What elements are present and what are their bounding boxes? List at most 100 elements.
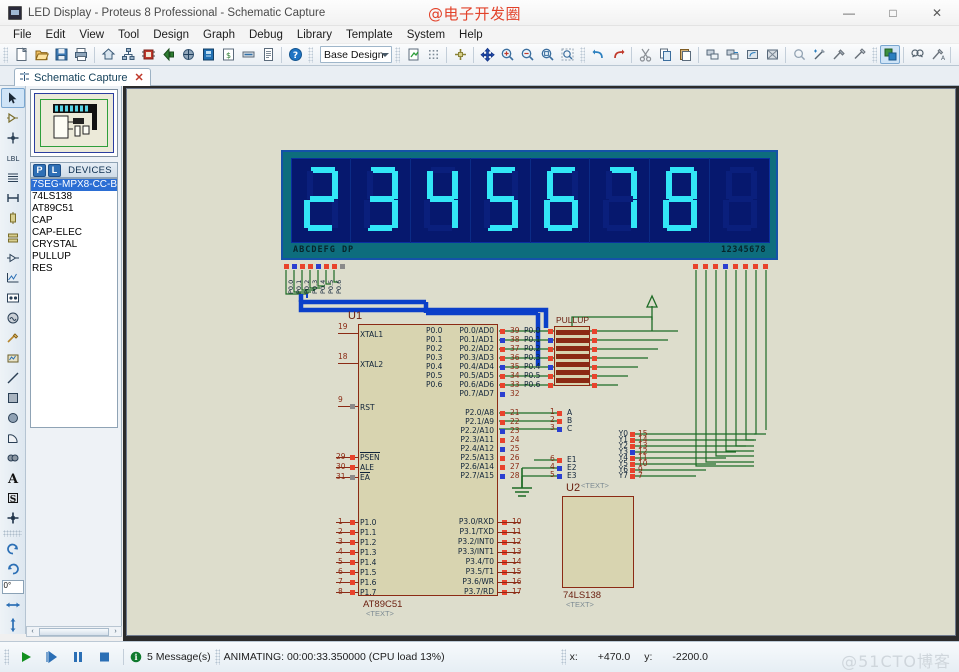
maximize-button[interactable]: □ xyxy=(871,0,915,26)
mirror-horizontal-icon[interactable] xyxy=(1,595,25,615)
canvas-area[interactable]: ABCDEFG DP 12345678 P0.0 P0.1 P0.2 P0.3 … xyxy=(123,86,959,641)
home-icon[interactable] xyxy=(98,45,118,64)
pick-parts-button[interactable]: P xyxy=(33,163,46,177)
messages-field[interactable]: i 5 Message(s) xyxy=(130,651,211,663)
rotate-cw-icon[interactable] xyxy=(1,539,25,559)
pause-button[interactable] xyxy=(65,647,91,667)
terminals-mode-icon[interactable] xyxy=(1,228,25,248)
list-item[interactable]: 74LS138 xyxy=(31,191,117,203)
u2-body[interactable] xyxy=(562,496,634,588)
zoom-in-icon[interactable] xyxy=(497,45,517,64)
bill-of-materials-icon[interactable] xyxy=(238,45,258,64)
hierarchy-icon[interactable] xyxy=(118,45,138,64)
pullup-body[interactable] xyxy=(554,326,590,386)
component-mode-icon[interactable] xyxy=(1,108,25,128)
list-item[interactable]: AT89C51 xyxy=(31,203,117,215)
stop-button[interactable] xyxy=(91,647,117,667)
list-item[interactable]: CAP-ELEC xyxy=(31,227,117,239)
rotate-ccw-icon[interactable] xyxy=(1,559,25,579)
tab-schematic-capture[interactable]: Schematic Capture ✕ xyxy=(14,68,151,86)
save-icon[interactable] xyxy=(51,45,71,64)
step-button[interactable] xyxy=(39,647,65,667)
bom-icon[interactable] xyxy=(138,45,158,64)
design-mode-combo[interactable]: Base Design xyxy=(320,46,392,63)
subcircuit-icon[interactable] xyxy=(1,208,25,228)
current-probe-icon[interactable] xyxy=(1,348,25,368)
menu-tool[interactable]: Tool xyxy=(111,28,146,42)
overview-preview[interactable] xyxy=(30,89,118,157)
new-file-icon[interactable] xyxy=(11,45,31,64)
list-item[interactable]: CAP xyxy=(31,215,117,227)
line-tool-icon[interactable] xyxy=(1,368,25,388)
pcb-layout-icon[interactable] xyxy=(198,45,218,64)
list-item[interactable]: CRYSTAL xyxy=(31,239,117,251)
list-item[interactable]: 7SEG-MPX8-CC-BLUE xyxy=(31,179,117,191)
paste-icon[interactable] xyxy=(675,45,695,64)
report-icon[interactable] xyxy=(258,45,278,64)
circle-tool-icon[interactable] xyxy=(1,408,25,428)
property-search-icon[interactable] xyxy=(907,45,927,64)
help-icon[interactable]: ? xyxy=(285,45,305,64)
block-delete-icon[interactable] xyxy=(762,45,782,64)
menu-template[interactable]: Template xyxy=(339,28,400,42)
packaging-tool-icon[interactable] xyxy=(829,45,849,64)
copy-icon[interactable] xyxy=(655,45,675,64)
decompose-icon[interactable] xyxy=(849,45,869,64)
property-assign-icon[interactable]: A xyxy=(927,45,947,64)
device-pins-icon[interactable] xyxy=(1,248,25,268)
rotation-angle-input[interactable]: 0° xyxy=(1,580,24,594)
pan-icon[interactable] xyxy=(477,45,497,64)
list-item[interactable]: RES xyxy=(31,263,117,275)
text-script-icon[interactable] xyxy=(1,168,25,188)
cut-icon[interactable] xyxy=(635,45,655,64)
library-button[interactable]: L xyxy=(48,163,61,177)
menu-help[interactable]: Help xyxy=(452,28,490,42)
scroll-thumb[interactable] xyxy=(39,627,109,636)
grid-icon[interactable] xyxy=(423,45,443,64)
make-device-icon[interactable] xyxy=(809,45,829,64)
menu-debug[interactable]: Debug xyxy=(242,28,290,42)
toolbar-grip-4[interactable] xyxy=(580,46,585,63)
toolbar-grip-5[interactable] xyxy=(872,46,877,63)
close-icon[interactable]: ✕ xyxy=(135,71,144,84)
open-folder-icon[interactable] xyxy=(31,45,51,64)
toolbar-grip[interactable] xyxy=(3,46,8,63)
refresh-icon[interactable] xyxy=(403,45,423,64)
origin-icon[interactable] xyxy=(450,45,470,64)
tape-recorder-icon[interactable] xyxy=(1,288,25,308)
back-annotate-icon[interactable] xyxy=(158,45,178,64)
menu-file[interactable]: File xyxy=(6,28,39,42)
menu-design[interactable]: Design xyxy=(146,28,196,42)
symbols-tool-icon[interactable]: S xyxy=(1,488,25,508)
generator-mode-icon[interactable] xyxy=(1,308,25,328)
3d-view-icon[interactable]: $ xyxy=(218,45,238,64)
zoom-area-icon[interactable] xyxy=(557,45,577,64)
block-move-icon[interactable] xyxy=(722,45,742,64)
redo-icon[interactable] xyxy=(608,45,628,64)
menu-system[interactable]: System xyxy=(400,28,452,42)
block-rotate-icon[interactable] xyxy=(742,45,762,64)
print-icon[interactable] xyxy=(71,45,91,64)
menu-graph[interactable]: Graph xyxy=(196,28,242,42)
arc-tool-icon[interactable] xyxy=(1,428,25,448)
menu-view[interactable]: View xyxy=(72,28,111,42)
new-sheet-icon[interactable] xyxy=(954,45,959,64)
voltage-probe-icon[interactable] xyxy=(1,328,25,348)
toolbar-grip-3[interactable] xyxy=(395,46,400,63)
buses-icon[interactable] xyxy=(1,188,25,208)
undo-icon[interactable] xyxy=(588,45,608,64)
mirror-vertical-icon[interactable] xyxy=(1,615,25,635)
path-tool-icon[interactable] xyxy=(1,448,25,468)
netlist-icon[interactable] xyxy=(178,45,198,64)
menu-library[interactable]: Library xyxy=(290,28,339,42)
junction-dot-icon[interactable] xyxy=(1,128,25,148)
menu-edit[interactable]: Edit xyxy=(39,28,73,42)
minimize-button[interactable]: — xyxy=(827,0,871,26)
block-copy-icon[interactable] xyxy=(702,45,722,64)
box-tool-icon[interactable] xyxy=(1,388,25,408)
devices-list[interactable]: 7SEG-MPX8-CC-BLUE 74LS138 AT89C51 CAP CA… xyxy=(30,178,118,428)
markers-tool-icon[interactable] xyxy=(1,508,25,528)
graph-mode-icon[interactable] xyxy=(1,268,25,288)
toolbar-grip-2[interactable] xyxy=(308,46,313,63)
close-button[interactable]: ✕ xyxy=(915,0,959,26)
